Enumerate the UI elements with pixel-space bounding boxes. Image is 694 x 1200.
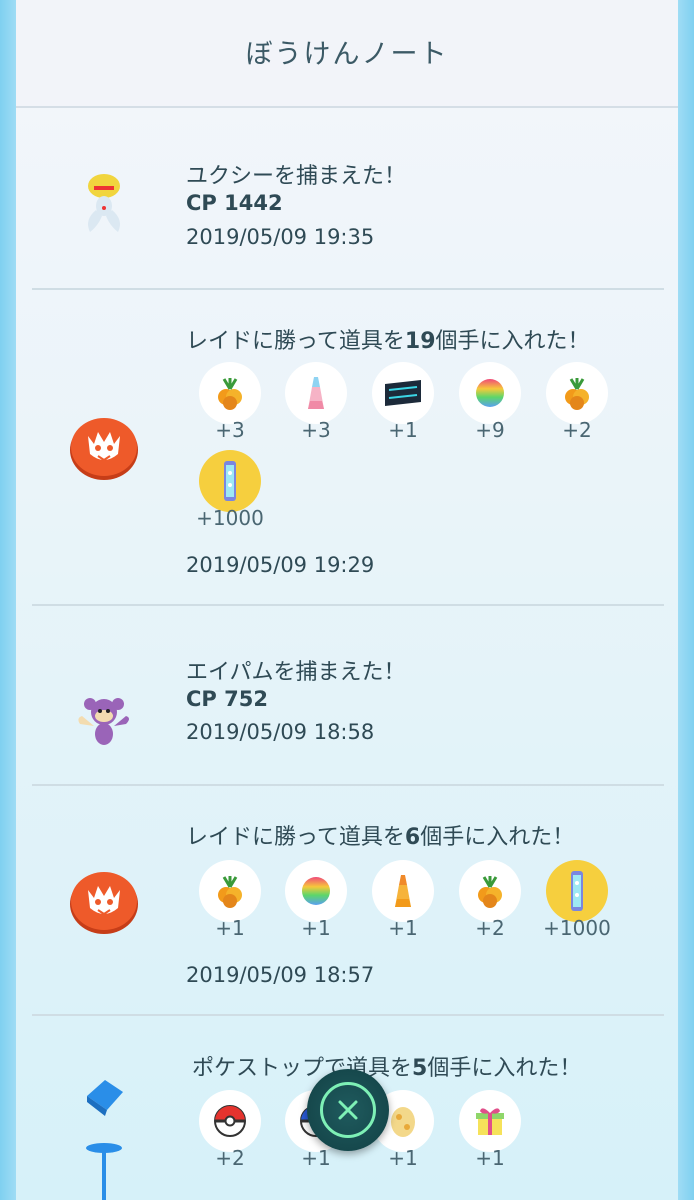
reward-item: +1	[199, 860, 261, 940]
reward-item: +1000	[196, 450, 264, 530]
gift-icon	[459, 1090, 521, 1152]
reward-quantity: +1	[475, 1146, 505, 1170]
entry-date: 2019/05/09 18:57	[186, 963, 375, 987]
aipom-pokemon-icon	[54, 694, 154, 750]
golden-razz-berry-icon	[459, 860, 521, 922]
entry-title: ユクシーを捕まえた！	[186, 164, 407, 189]
reward-item: +1	[372, 860, 434, 940]
entry-date: 2019/05/09 19:35	[186, 225, 375, 249]
golden-razz-berry-icon	[546, 362, 608, 424]
entry-title: レイドに勝って道具を6個手に入れた！	[186, 819, 574, 851]
entry-title-post: 個手に入れた！	[420, 825, 575, 850]
reward-quantity: +1000	[543, 916, 611, 940]
rare-candy-icon	[372, 860, 434, 922]
entry-title-post: 個手に入れた！	[427, 1056, 582, 1081]
page-title: ぼうけんノート	[245, 38, 449, 70]
entry-title: レイドに勝って道具を19個手に入れた！	[186, 323, 590, 355]
entry-cp: CP 1442	[186, 191, 283, 215]
golden-razz-berry-icon	[199, 362, 261, 424]
entry-title-pre: レイドに勝って道具を	[186, 329, 405, 354]
reward-item: +3	[199, 362, 261, 442]
journal-entry-catch[interactable]: ユクシーを捕まえた！ CP 1442 2019/05/09 19:35	[32, 108, 664, 290]
uxie-pokemon-icon	[54, 170, 154, 240]
entry-title-count: 6	[404, 825, 421, 850]
entry-title: エイパムを捕まえた！	[186, 660, 406, 685]
entry-cp: CP 752	[186, 687, 268, 711]
journal-entry-raid[interactable]: レイドに勝って道具を6個手に入れた！ +1 +1 +1 +2 +1000 201…	[32, 786, 664, 1016]
reward-quantity: +2	[562, 418, 592, 442]
reward-item: +3	[285, 362, 347, 442]
poke-ball-icon	[199, 1090, 261, 1152]
reward-quantity: +1000	[196, 506, 264, 530]
entry-title-post: 個手に入れた！	[435, 329, 590, 354]
entry-title-count: 19	[404, 329, 436, 354]
journal-panel: ぼうけんノート ユクシーを捕まえた！ CP 1442 2019/05/09 19…	[16, 0, 678, 1200]
pokestop-icon	[54, 1074, 154, 1200]
journal-entry-raid[interactable]: レイドに勝って道具を19個手に入れた！ +3 +3 +1 +9 +2 +1000…	[32, 290, 664, 606]
entry-title-count: 5	[412, 1056, 428, 1081]
stardust-icon	[199, 450, 261, 512]
pinap-berry-icon	[285, 860, 347, 922]
golden-razz-berry-icon	[199, 860, 261, 922]
reward-item: +1	[285, 860, 347, 940]
tm-icon	[372, 362, 434, 424]
reward-item: +2	[546, 362, 608, 442]
entry-title-pre: レイドに勝って道具を	[186, 825, 405, 850]
stardust-icon	[546, 860, 608, 922]
journal-entry-catch[interactable]: エイパムを捕まえた！ CP 752 2019/05/09 18:58	[32, 606, 664, 786]
journal-header: ぼうけんノート	[16, 0, 678, 108]
entry-date: 2019/05/09 18:58	[186, 720, 375, 744]
raid-egg-icon	[54, 868, 154, 936]
reward-item: +1	[372, 362, 434, 442]
entry-date: 2019/05/09 19:29	[186, 553, 375, 577]
reward-item: +1	[459, 1090, 521, 1170]
reward-item: +9	[459, 362, 521, 442]
close-button[interactable]	[307, 1069, 389, 1151]
entry-title: ポケストップで道具を5個手に入れた！	[192, 1050, 581, 1082]
entry-title-pre: ポケストップで道具を	[192, 1056, 413, 1081]
reward-item: +1000	[543, 860, 611, 940]
close-icon	[320, 1082, 376, 1138]
pinap-berry-icon	[459, 362, 521, 424]
rare-candy-icon	[285, 362, 347, 424]
reward-item: +2	[199, 1090, 261, 1170]
reward-item: +2	[459, 860, 521, 940]
raid-egg-icon	[54, 414, 154, 482]
